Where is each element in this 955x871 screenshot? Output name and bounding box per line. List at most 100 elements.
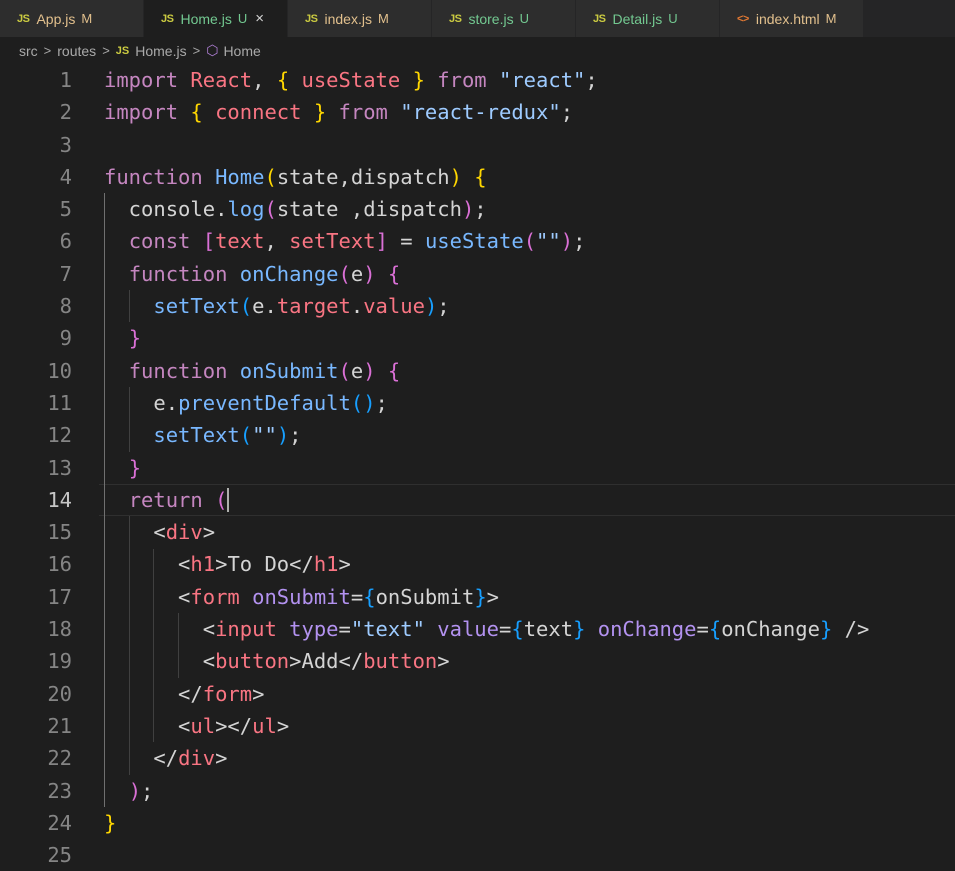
line-number: 21 bbox=[47, 713, 72, 738]
line-number: 5 bbox=[59, 197, 72, 222]
code-line[interactable]: 10 function onSubmit(e) { bbox=[0, 355, 955, 387]
code-token: ( bbox=[338, 261, 351, 286]
code-token: "" bbox=[536, 229, 561, 254]
breadcrumb-folder-src[interactable]: src bbox=[19, 43, 38, 59]
tab-store-js[interactable]: JS store.js U bbox=[432, 0, 576, 37]
chevron-right-icon: > bbox=[43, 43, 52, 58]
code-line[interactable]: 20 </form> bbox=[0, 678, 955, 710]
git-status-badge: U bbox=[519, 11, 529, 26]
code-token: ] bbox=[375, 229, 388, 254]
code-token: } bbox=[313, 100, 327, 125]
code-token: . bbox=[165, 390, 179, 415]
code-line[interactable]: 18 <input type="text" value={text} onCha… bbox=[0, 613, 955, 645]
code-token: React bbox=[190, 68, 253, 92]
code-line[interactable]: 15 <div> bbox=[0, 516, 955, 548]
code-line[interactable]: 4 function Home(state,dispatch) { bbox=[0, 161, 955, 193]
code-text: <input type="text" value={text} onChange… bbox=[104, 613, 870, 645]
code-token: button bbox=[363, 649, 438, 674]
js-file-icon: JS bbox=[449, 12, 462, 25]
code-text: } bbox=[104, 807, 116, 839]
breadcrumb-symbol[interactable]: Home bbox=[223, 43, 260, 59]
breadcrumb-folder-routes[interactable]: routes bbox=[57, 43, 96, 59]
line-number: 10 bbox=[47, 358, 72, 383]
code-token: preventDefault bbox=[178, 390, 351, 415]
code-text: import React, { useState } from "react"; bbox=[104, 64, 598, 96]
code-text: setText(e.target.value); bbox=[104, 290, 449, 322]
code-line[interactable]: 8 setText(e.target.value); bbox=[0, 290, 955, 322]
code-token: < bbox=[104, 649, 216, 674]
git-status-badge: M bbox=[377, 11, 389, 26]
code-token: ) bbox=[424, 294, 438, 319]
code-line[interactable]: 3 bbox=[0, 129, 955, 161]
code-token: </ bbox=[338, 649, 364, 674]
code-text: <div> bbox=[104, 516, 215, 548]
code-line[interactable]: 16 <h1>To Do</h1> bbox=[0, 548, 955, 580]
tab-label: index.js bbox=[324, 10, 372, 27]
line-number: 25 bbox=[47, 843, 72, 868]
tab-detail-js[interactable]: JS Detail.js U bbox=[576, 0, 720, 37]
code-token: text bbox=[523, 617, 574, 642]
code-token: "react-redux" bbox=[400, 100, 561, 125]
line-number: 9 bbox=[59, 326, 72, 351]
code-token: } bbox=[128, 455, 142, 480]
line-number: 13 bbox=[47, 455, 72, 480]
code-token: setText bbox=[289, 229, 376, 254]
line-number: 20 bbox=[47, 681, 72, 706]
code-line[interactable]: 12 setText(""); bbox=[0, 419, 955, 451]
line-number: 18 bbox=[47, 617, 72, 642]
code-token: onChange bbox=[597, 617, 697, 642]
tab-label: Home.js bbox=[180, 10, 232, 27]
code-token: button bbox=[215, 649, 290, 674]
code-editor[interactable]: 1 import React, { useState } from "react"… bbox=[0, 64, 955, 867]
code-line[interactable]: 14 return ( bbox=[0, 483, 955, 517]
code-token: ( bbox=[264, 197, 277, 222]
code-text: setText(""); bbox=[104, 419, 301, 451]
code-token: from bbox=[338, 100, 388, 125]
code-token: target bbox=[276, 294, 351, 319]
code-token: { bbox=[511, 617, 524, 642]
code-line[interactable]: 2 import { connect } from "react-redux"; bbox=[0, 96, 955, 128]
code-token: { bbox=[363, 584, 376, 609]
code-text: </form> bbox=[104, 678, 264, 710]
code-line[interactable]: 19 <button>Add</button> bbox=[0, 645, 955, 677]
line-number: 22 bbox=[47, 746, 72, 771]
tab-app-js[interactable]: JS App.js M bbox=[0, 0, 144, 37]
code-token: connect bbox=[215, 100, 302, 125]
code-line[interactable]: 6 const [text, setText] = useState(""); bbox=[0, 225, 955, 257]
code-line[interactable]: 22 </div> bbox=[0, 742, 955, 774]
code-token: useState bbox=[301, 68, 401, 92]
code-text: <button>Add</button> bbox=[104, 645, 450, 677]
code-token: > bbox=[276, 713, 290, 738]
code-line[interactable]: 25 bbox=[0, 839, 955, 871]
line-number: 17 bbox=[47, 584, 72, 609]
code-line[interactable]: 23 ); bbox=[0, 775, 955, 807]
tab-index-html[interactable]: <> index.html M bbox=[720, 0, 864, 37]
code-token: ; bbox=[585, 68, 598, 92]
code-line[interactable]: 9 } bbox=[0, 322, 955, 354]
tab-index-js[interactable]: JS index.js M bbox=[288, 0, 432, 37]
code-token: </ bbox=[104, 746, 179, 771]
close-icon[interactable]: × bbox=[255, 10, 264, 27]
code-line[interactable]: 21 <ul></ul> bbox=[0, 710, 955, 742]
code-line[interactable]: 5 console.log(state ,dispatch); bbox=[0, 193, 955, 225]
code-token: ) bbox=[560, 229, 574, 254]
tab-home-js[interactable]: JS Home.js U × bbox=[144, 0, 288, 37]
code-token: < bbox=[104, 713, 191, 738]
code-token: e bbox=[350, 261, 364, 286]
code-token: setText bbox=[153, 294, 240, 319]
code-line[interactable]: 17 <form onSubmit={onSubmit}> bbox=[0, 581, 955, 613]
code-token: ul bbox=[252, 713, 277, 738]
code-token: state ,dispatch bbox=[276, 197, 462, 222]
code-text: return ( bbox=[104, 484, 228, 516]
code-line[interactable]: 7 function onChange(e) { bbox=[0, 258, 955, 290]
code-text: const [text, setText] = useState(""); bbox=[104, 225, 586, 257]
code-line[interactable]: 11 e.preventDefault(); bbox=[0, 387, 955, 419]
breadcrumb-file[interactable]: Home.js bbox=[135, 43, 186, 59]
chevron-right-icon: > bbox=[192, 43, 201, 58]
code-line[interactable]: 24} bbox=[0, 807, 955, 839]
code-line[interactable]: 1 import React, { useState } from "react"… bbox=[0, 64, 955, 96]
code-line[interactable]: 13 } bbox=[0, 452, 955, 484]
